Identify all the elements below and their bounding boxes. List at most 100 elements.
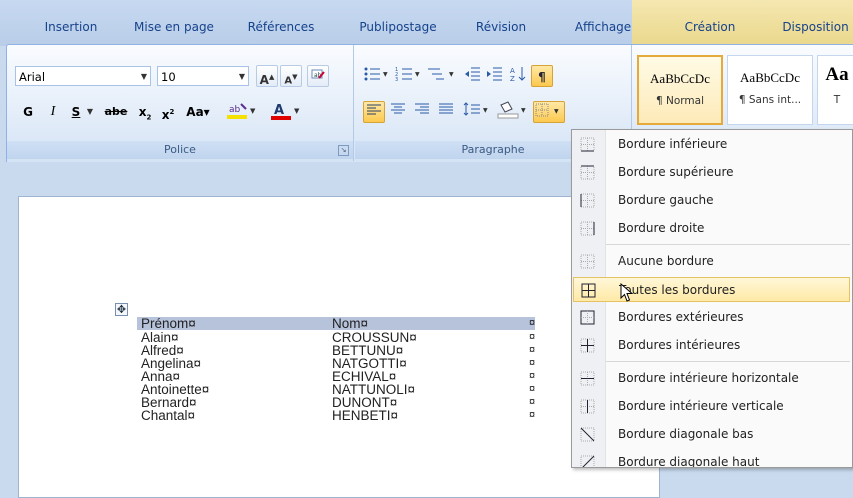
- align-left-button[interactable]: [363, 101, 385, 123]
- paint-bucket-icon: ▼: [497, 101, 526, 119]
- menu-item-diagonal-up-border[interactable]: Bordure diagonale haut: [573, 450, 850, 467]
- italic-button[interactable]: I: [42, 101, 64, 123]
- justify-icon: [439, 103, 453, 114]
- change-case-button[interactable]: Aa▾: [181, 101, 215, 123]
- menu-item-all-borders[interactable]: Toutes les bordures: [573, 277, 850, 302]
- table-cell[interactable]: Prénom¤: [141, 317, 196, 331]
- table-header-row[interactable]: Prénom¤ Nom¤ ¤: [137, 317, 535, 330]
- menu-item-no-border[interactable]: Aucune bordure: [573, 249, 850, 274]
- tab-insertion[interactable]: Insertion: [30, 14, 112, 40]
- font-color-button[interactable]: A ▼: [267, 101, 305, 123]
- svg-text:▼: ▼: [521, 107, 526, 114]
- menu-item-outside-borders[interactable]: Bordures extérieures: [573, 305, 850, 330]
- show-formatting-marks-button[interactable]: ¶: [531, 65, 553, 87]
- align-right-button[interactable]: [411, 101, 433, 123]
- diagonal-down-border-icon: [580, 427, 595, 442]
- tab-revision[interactable]: Révision: [466, 14, 536, 40]
- decrease-indent-icon: [465, 67, 480, 81]
- tab-publipostage[interactable]: Publipostage: [346, 14, 450, 40]
- numbering-button[interactable]: 1 2 3 ▼: [393, 65, 423, 87]
- menu-item-inside-horizontal-border[interactable]: Bordure intérieure horizontale: [573, 366, 850, 391]
- style-name-label: T: [833, 94, 841, 106]
- menu-item-inside-borders[interactable]: Bordures intérieures: [573, 333, 850, 358]
- bullet-list-icon: ▼: [364, 67, 388, 81]
- svg-text:ab: ab: [229, 105, 241, 115]
- bold-button[interactable]: G: [17, 101, 39, 123]
- align-center-icon: [391, 103, 405, 114]
- decrease-indent-button[interactable]: [461, 65, 483, 87]
- table-move-handle-icon[interactable]: ✥: [115, 303, 128, 316]
- border-top-icon: [580, 165, 595, 180]
- tab-creation[interactable]: Création: [676, 14, 744, 40]
- superscript-button[interactable]: x2: [157, 101, 179, 123]
- font-size-value: 10: [161, 70, 176, 84]
- chevron-down-icon[interactable]: ▼: [83, 101, 97, 123]
- font-color-icon: A ▼: [271, 103, 300, 120]
- subscript-button[interactable]: x2: [134, 101, 156, 123]
- svg-text:Z: Z: [510, 75, 515, 83]
- highlight-color-button[interactable]: ab ▼: [223, 101, 261, 123]
- all-borders-icon: [581, 283, 596, 298]
- borders-dropdown-menu: Bordure inférieure Bordure supérieure Bo…: [571, 129, 853, 468]
- no-border-icon: [580, 254, 595, 269]
- tab-affichage[interactable]: Affichage: [558, 14, 648, 40]
- menu-item-diagonal-down-border[interactable]: Bordure diagonale bas: [573, 422, 850, 447]
- highlighter-icon: ab ▼: [227, 103, 256, 119]
- style-sample-text: AaBbCcDc: [650, 71, 710, 86]
- tab-disposition[interactable]: Disposition: [768, 14, 853, 40]
- diagonal-up-border-icon: [580, 455, 595, 467]
- menu-item-label: Bordures intérieures: [618, 338, 741, 352]
- style-heading[interactable]: Aa T: [817, 55, 853, 125]
- multilevel-list-icon: ▼: [428, 68, 454, 80]
- menu-item-border-bottom[interactable]: Bordure inférieure: [573, 132, 850, 157]
- end-of-row-mark: ¤: [529, 344, 536, 356]
- table-row[interactable]: Chantal¤ HENBETI¤ ¤: [137, 409, 536, 423]
- superscript-icon: x2: [161, 108, 175, 122]
- menu-item-label: Bordure droite: [618, 221, 705, 235]
- end-of-row-mark: ¤: [529, 409, 536, 421]
- svg-text:▼: ▼: [383, 71, 388, 78]
- line-spacing-icon: ▼: [463, 102, 488, 116]
- outside-borders-icon: [580, 310, 595, 325]
- chevron-down-icon[interactable]: ▼: [141, 67, 147, 87]
- menu-item-label: Bordures extérieures: [618, 310, 744, 324]
- multilevel-list-button[interactable]: ▼: [425, 65, 457, 87]
- increase-indent-button[interactable]: [483, 65, 505, 87]
- svg-text:▼: ▼: [294, 107, 300, 115]
- bullets-button[interactable]: ▼: [361, 65, 391, 87]
- svg-text:▼: ▼: [554, 108, 559, 115]
- subscript-icon: x2: [138, 105, 152, 122]
- table-cell[interactable]: Chantal¤: [141, 409, 195, 423]
- clear-formatting-icon: ab: [311, 69, 325, 79]
- menu-item-border-top[interactable]: Bordure supérieure: [573, 160, 850, 185]
- shrink-font-button[interactable]: A▼: [280, 65, 302, 87]
- end-of-row-mark: ¤: [529, 317, 536, 329]
- table-cell[interactable]: HENBETI¤: [332, 409, 398, 423]
- menu-item-border-right[interactable]: Bordure droite: [573, 216, 850, 241]
- strikethrough-button[interactable]: abe: [101, 101, 131, 123]
- tab-mise-en-page[interactable]: Mise en page: [128, 14, 220, 40]
- numbered-list-icon: 123▼: [395, 67, 420, 83]
- menu-item-inside-vertical-border[interactable]: Bordure intérieure verticale: [573, 394, 850, 419]
- font-size-combo[interactable]: 10 ▼: [157, 66, 249, 86]
- font-name-combo[interactable]: Arial ▼: [15, 66, 151, 86]
- end-of-row-mark: ¤: [529, 383, 536, 395]
- style-normal[interactable]: AaBbCcDc ¶ Normal: [637, 55, 723, 125]
- inside-horizontal-border-icon: [580, 371, 595, 386]
- menu-item-border-left[interactable]: Bordure gauche: [573, 188, 850, 213]
- justify-button[interactable]: [435, 101, 457, 123]
- border-left-icon: [580, 193, 595, 208]
- sort-button[interactable]: AZ: [507, 65, 529, 87]
- grow-font-button[interactable]: A▲: [256, 65, 278, 87]
- font-dialog-launcher-icon[interactable]: ↘: [338, 145, 349, 156]
- menu-item-label: Bordure inférieure: [618, 137, 728, 151]
- clear-formatting-button[interactable]: ab: [307, 65, 329, 87]
- table-cell[interactable]: Nom¤: [332, 317, 368, 331]
- style-no-spacing[interactable]: AaBbCcDc ¶ Sans int...: [727, 55, 813, 125]
- tab-references[interactable]: Références: [236, 14, 326, 40]
- chevron-down-icon[interactable]: ▼: [239, 67, 245, 87]
- align-center-button[interactable]: [387, 101, 409, 123]
- shading-button[interactable]: ▼: [495, 101, 529, 123]
- borders-button[interactable]: ▼: [533, 101, 565, 123]
- line-spacing-button[interactable]: ▼: [461, 101, 491, 123]
